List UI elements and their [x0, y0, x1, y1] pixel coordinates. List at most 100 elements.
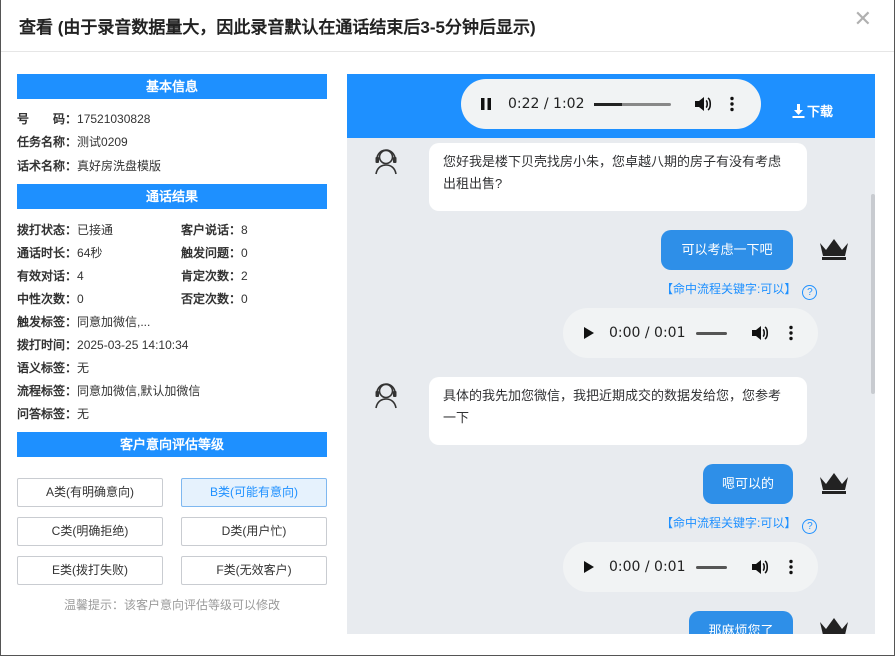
- keyword-hit-1: 【命中流程关键字:可以】?: [661, 280, 818, 300]
- negative-count-row: 否定次数：0: [181, 290, 248, 307]
- negative-count-label: 否定次数：: [181, 292, 242, 306]
- script-name-value: 真好房洗盘模版: [77, 159, 162, 173]
- neutral-count-label: 中性次数：: [17, 292, 78, 306]
- dial-status-value: 已接通: [77, 223, 114, 237]
- qa-tags-label: 问答标签：: [17, 407, 78, 421]
- play-icon[interactable]: [583, 308, 595, 358]
- grade-b-button[interactable]: B类(可能有意向): [181, 478, 327, 507]
- script-name-row: 话术名称：真好房洗盘模版: [17, 157, 161, 174]
- phone-value: 17521030828: [77, 112, 151, 126]
- chat-scrollbar[interactable]: [871, 194, 875, 394]
- audio-1-seek[interactable]: [696, 308, 727, 358]
- volume-icon[interactable]: [694, 79, 712, 129]
- semantic-tags-row: 语义标签：无: [17, 359, 89, 376]
- dial-status-label: 拨打状态：: [17, 223, 78, 237]
- audio-2-time: 0:00 / 0:01: [609, 559, 686, 575]
- customer-speech-value: 8: [241, 223, 248, 237]
- intent-heading: 客户意向评估等级: [17, 432, 327, 457]
- dial-time-row: 拨打时间：2025-03-25 14:10:34: [17, 336, 188, 353]
- volume-icon[interactable]: [751, 308, 769, 358]
- neutral-count-row: 中性次数：0: [17, 290, 84, 307]
- customer-speech-label: 客户说话：: [181, 223, 242, 237]
- trigger-tags-row: 触发标签：同意加微信,...: [17, 313, 150, 330]
- grade-e-button[interactable]: E类(拨打失败): [17, 556, 163, 585]
- agent-message-1: 您好我是楼下贝壳找房小朱，您卓越八期的房子有没有考虑出租出售?: [429, 143, 807, 211]
- phone-label: 号 码：: [17, 112, 78, 126]
- customer-reply-2: 嗯可以的: [703, 464, 793, 504]
- basic-info-heading: 基本信息: [17, 74, 327, 99]
- flow-tags-value: 同意加微信,默认加微信: [77, 384, 201, 398]
- grade-d-button[interactable]: D类(用户忙): [181, 517, 327, 546]
- customer-speech-row: 客户说话：8: [181, 221, 248, 238]
- qa-tags-value: 无: [77, 407, 90, 421]
- task-name-label: 任务名称：: [17, 135, 78, 149]
- valid-dialog-row: 有效对话：4: [17, 267, 84, 284]
- grade-hint: 温馨提示：该客户意向评估等级可以修改: [63, 598, 280, 612]
- help-icon[interactable]: ?: [802, 519, 818, 534]
- neutral-count-value: 0: [77, 292, 84, 306]
- dial-status-row: 拨打状态：已接通: [17, 221, 113, 238]
- triggered-questions-label: 触发问题：: [181, 246, 242, 260]
- positive-count-row: 肯定次数：2: [181, 267, 248, 284]
- info-panel: 基本信息 号 码：17521030828 任务名称：测试0209 话术名称：真好…: [17, 74, 327, 612]
- audio-player-2: 0:00 / 0:01: [563, 542, 818, 592]
- main-audio-time: 0:22 / 1:02: [508, 96, 585, 112]
- recording-bar: 0:22 / 1:02 下载: [347, 74, 875, 138]
- download-label: 下载: [806, 104, 833, 119]
- audio-1-time: 0:00 / 0:01: [609, 325, 686, 341]
- dialog-title: 查看 (由于录音数据量大，因此录音默认在通话结束后3-5分钟后显示): [19, 18, 536, 37]
- audio-player-1: 0:00 / 0:01: [563, 308, 818, 358]
- flow-tags-row: 流程标签：同意加微信,默认加微信: [17, 382, 200, 399]
- pause-icon[interactable]: [479, 79, 493, 129]
- dialog-header: 查看 (由于录音数据量大，因此录音默认在通话结束后3-5分钟后显示) ✕: [1, 0, 894, 52]
- negative-count-value: 0: [241, 292, 248, 306]
- customer-reply-1: 可以考虑一下吧: [661, 230, 793, 270]
- phone-row: 号 码：17521030828: [17, 110, 150, 127]
- flow-tags-label: 流程标签：: [17, 384, 78, 398]
- more-options-icon[interactable]: [789, 542, 793, 592]
- download-icon: [792, 104, 805, 118]
- valid-dialog-value: 4: [77, 269, 84, 283]
- grade-f-button[interactable]: F类(无效客户): [181, 556, 327, 585]
- dial-time-value: 2025-03-25 14:10:34: [77, 338, 189, 352]
- customer-reply-3: 那麻烦您了: [689, 611, 793, 634]
- trigger-tags-value: 同意加微信,...: [77, 315, 151, 329]
- more-options-icon[interactable]: [730, 79, 734, 129]
- volume-icon[interactable]: [751, 542, 769, 592]
- grade-c-button[interactable]: C类(明确拒绝): [17, 517, 163, 546]
- keyword-hit-1-text: 【命中流程关键字:可以】: [661, 282, 797, 296]
- trigger-tags-label: 触发标签：: [17, 315, 78, 329]
- call-duration-value: 64秒: [77, 246, 103, 260]
- agent-headset-icon: [375, 149, 397, 175]
- keyword-hit-2: 【命中流程关键字:可以】?: [661, 514, 818, 534]
- more-options-icon[interactable]: [789, 308, 793, 358]
- main-audio-player: 0:22 / 1:02: [461, 79, 761, 129]
- call-result-heading: 通话结果: [17, 184, 327, 209]
- crown-icon: [820, 239, 848, 260]
- audio-2-seek[interactable]: [696, 542, 727, 592]
- help-icon[interactable]: ?: [802, 285, 818, 300]
- agent-headset-icon: [375, 383, 397, 409]
- triggered-questions-row: 触发问题：0: [181, 244, 248, 261]
- grade-a-button[interactable]: A类(有明确意向): [17, 478, 163, 507]
- agent-message-2: 具体的我先加您微信，我把近期成交的数据发给您，您参考一下: [429, 377, 807, 445]
- call-detail-dialog: 查看 (由于录音数据量大，因此录音默认在通话结束后3-5分钟后显示) ✕ 基本信…: [0, 0, 895, 656]
- semantic-tags-label: 语义标签：: [17, 361, 78, 375]
- positive-count-value: 2: [241, 269, 248, 283]
- download-button[interactable]: 下载: [792, 101, 833, 120]
- main-audio-seek[interactable]: [594, 79, 671, 129]
- close-icon[interactable]: ✕: [854, 6, 872, 32]
- task-name-value: 测试0209: [77, 135, 128, 149]
- triggered-questions-value: 0: [241, 246, 248, 260]
- conversation-panel: 0:22 / 1:02 下载 您好我是楼下贝壳找房小朱，您卓越八期的房子有没有考…: [347, 74, 875, 634]
- call-duration-row: 通话时长：64秒: [17, 244, 102, 261]
- crown-icon: [820, 473, 848, 494]
- task-name-row: 任务名称：测试0209: [17, 133, 128, 150]
- play-icon[interactable]: [583, 542, 595, 592]
- valid-dialog-label: 有效对话：: [17, 269, 78, 283]
- crown-icon: [820, 618, 848, 634]
- positive-count-label: 肯定次数：: [181, 269, 242, 283]
- script-name-label: 话术名称：: [17, 159, 78, 173]
- qa-tags-row: 问答标签：无: [17, 405, 89, 422]
- semantic-tags-value: 无: [77, 361, 90, 375]
